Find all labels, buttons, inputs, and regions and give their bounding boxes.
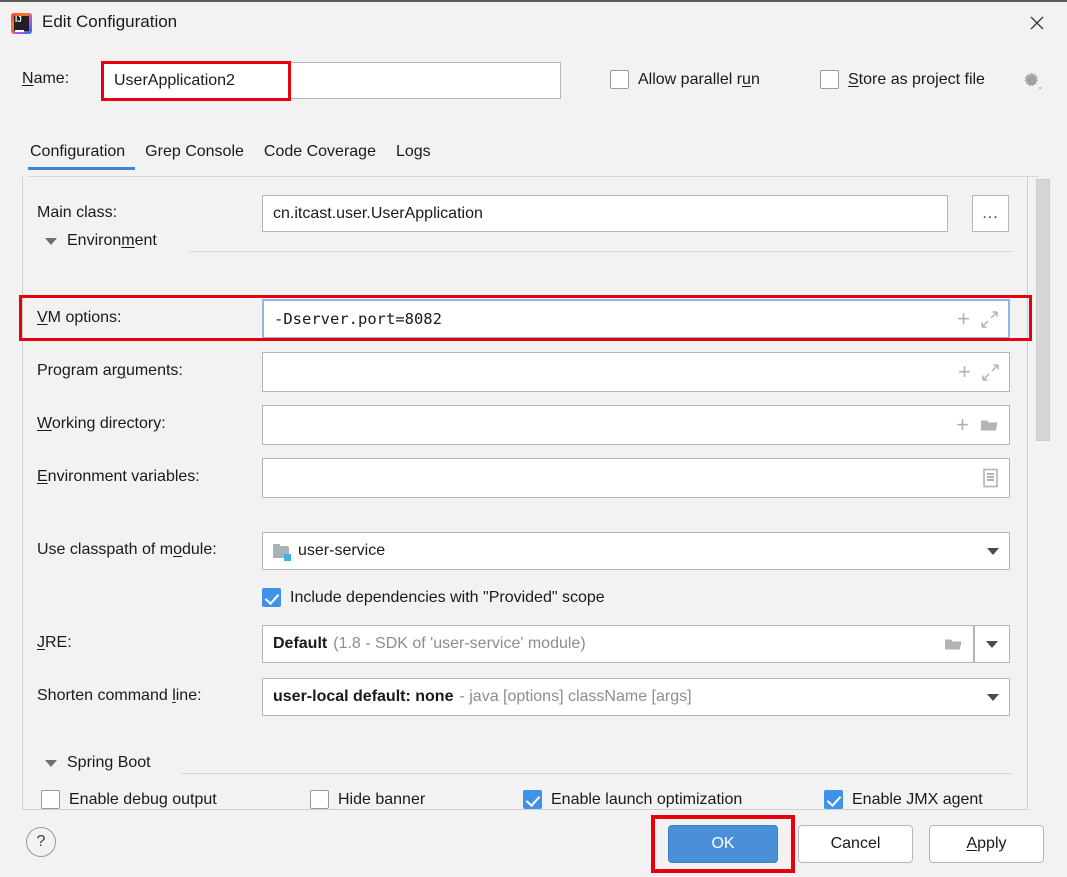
close-icon[interactable] xyxy=(1025,11,1049,35)
module-icon xyxy=(273,543,291,561)
store-as-project-file-label: Store as project file xyxy=(848,70,985,88)
gear-icon[interactable] xyxy=(1022,71,1042,91)
classpath-module-dropdown[interactable]: user-service xyxy=(262,532,1010,570)
dialog-titlebar: IJ Edit Configuration xyxy=(0,2,1067,43)
enable-debug-output-label: Enable debug output xyxy=(69,790,217,808)
hide-banner-label: Hide banner xyxy=(338,790,426,808)
vm-options-value: -Dserver.port=8082 xyxy=(274,310,442,328)
enable-debug-output-checkbox[interactable] xyxy=(41,790,60,809)
environment-section-header[interactable]: Environment xyxy=(45,232,157,250)
spring-boot-section-header[interactable]: Spring Boot xyxy=(45,754,151,772)
tab-configuration[interactable]: Configuration xyxy=(28,143,136,170)
enable-launch-optimization-checkbox[interactable] xyxy=(523,790,542,809)
tab-code-coverage[interactable]: Code Coverage xyxy=(254,143,386,170)
shorten-command-line-value: user-local default: none xyxy=(273,688,454,705)
plus-icon[interactable]: + xyxy=(957,308,970,330)
environment-section-label: Environment xyxy=(67,232,157,249)
tab-grep-console[interactable]: Grep Console xyxy=(135,143,254,170)
spring-boot-section-label: Spring Boot xyxy=(67,754,151,771)
chevron-down-icon[interactable] xyxy=(45,759,57,767)
cancel-button[interactable]: Cancel xyxy=(798,825,913,863)
name-label: Name: xyxy=(22,70,70,87)
main-class-browse-button[interactable]: ... xyxy=(972,195,1009,232)
jre-value: Default xyxy=(273,635,328,652)
allow-parallel-run-checkbox[interactable] xyxy=(610,70,629,89)
dialog-title: Edit Configuration xyxy=(42,12,178,31)
chevron-down-icon[interactable] xyxy=(45,237,57,245)
folder-icon[interactable] xyxy=(944,636,963,652)
main-class-label: Main class: xyxy=(37,204,118,221)
main-class-value: cn.itcast.user.UserApplication xyxy=(273,204,483,222)
jre-label: JRE: xyxy=(37,634,72,651)
tab-logs[interactable]: Logs xyxy=(386,143,441,170)
edit-configuration-dialog: IJ Edit Configuration Name: UserApplicat… xyxy=(0,0,1067,877)
enable-jmx-agent-checkbox[interactable] xyxy=(824,790,843,809)
hide-banner-checkbox-row[interactable]: Hide banner xyxy=(310,790,425,809)
classpath-module-value: user-service xyxy=(298,542,386,559)
allow-parallel-run-label: Allow parallel run xyxy=(638,70,760,88)
configuration-form: Main class: cn.itcast.user.UserApplicati… xyxy=(22,177,1028,810)
vm-options-input[interactable]: -Dserver.port=8082 + xyxy=(262,299,1010,339)
shorten-command-line-dropdown[interactable]: user-local default: none - java [options… xyxy=(262,678,1010,716)
intellij-idea-icon: IJ xyxy=(11,13,32,34)
chevron-down-icon[interactable] xyxy=(986,640,998,648)
expand-icon[interactable] xyxy=(981,310,998,328)
environment-section-divider xyxy=(190,251,1012,252)
enable-debug-output-checkbox-row[interactable]: Enable debug output xyxy=(41,790,217,809)
classpath-module-label: Use classpath of module: xyxy=(37,541,217,558)
enable-jmx-agent-checkbox-row[interactable]: Enable JMX agent xyxy=(824,790,983,809)
plus-icon[interactable]: + xyxy=(956,414,969,436)
shorten-command-line-detail: - java [options] className [args] xyxy=(459,688,692,705)
working-directory-input[interactable]: + xyxy=(262,405,1010,445)
include-provided-checkbox[interactable] xyxy=(262,588,281,607)
working-directory-label: Working directory: xyxy=(37,415,166,432)
jre-value-detail: (1.8 - SDK of 'user-service' module) xyxy=(333,635,586,652)
chevron-down-icon[interactable] xyxy=(987,547,999,555)
apply-button[interactable]: Apply xyxy=(929,825,1044,863)
list-icon[interactable] xyxy=(982,468,999,488)
help-button[interactable]: ? xyxy=(26,827,56,857)
environment-variables-label: Environment variables: xyxy=(37,468,200,485)
jre-dropdown-button[interactable] xyxy=(974,625,1010,663)
include-provided-checkbox-row[interactable]: Include dependencies with "Provided" sco… xyxy=(262,588,605,607)
vm-options-label: VM options: xyxy=(37,309,122,326)
spring-boot-section-divider xyxy=(181,773,1012,774)
ok-button[interactable]: OK xyxy=(668,825,778,863)
include-provided-label: Include dependencies with "Provided" sco… xyxy=(290,588,605,606)
allow-parallel-run-checkbox-row[interactable]: Allow parallel run xyxy=(610,70,760,89)
environment-variables-input[interactable] xyxy=(262,458,1010,498)
program-arguments-input[interactable]: + xyxy=(262,352,1010,392)
shorten-command-line-label: Shorten command line: xyxy=(37,687,202,704)
program-arguments-label: Program arguments: xyxy=(37,362,183,379)
name-input-value: UserApplication2 xyxy=(114,71,235,89)
main-class-input[interactable]: cn.itcast.user.UserApplication xyxy=(262,195,948,232)
name-input[interactable]: UserApplication2 xyxy=(101,62,561,99)
enable-launch-optimization-checkbox-row[interactable]: Enable launch optimization xyxy=(523,790,742,809)
chevron-down-icon[interactable] xyxy=(987,693,999,701)
store-as-project-file-checkbox[interactable] xyxy=(820,70,839,89)
enable-jmx-agent-label: Enable JMX agent xyxy=(852,790,983,808)
plus-icon[interactable]: + xyxy=(958,361,971,383)
expand-icon[interactable] xyxy=(982,363,999,381)
folder-icon[interactable] xyxy=(980,417,999,433)
store-as-project-file-checkbox-row[interactable]: Store as project file xyxy=(820,70,985,89)
jre-input[interactable]: Default (1.8 - SDK of 'user-service' mod… xyxy=(262,625,974,663)
hide-banner-checkbox[interactable] xyxy=(310,790,329,809)
tab-bar: Configuration Grep Console Code Coverage… xyxy=(28,143,441,170)
content-scrollbar-thumb[interactable] xyxy=(1036,179,1050,441)
enable-launch-optimization-label: Enable launch optimization xyxy=(551,790,743,808)
